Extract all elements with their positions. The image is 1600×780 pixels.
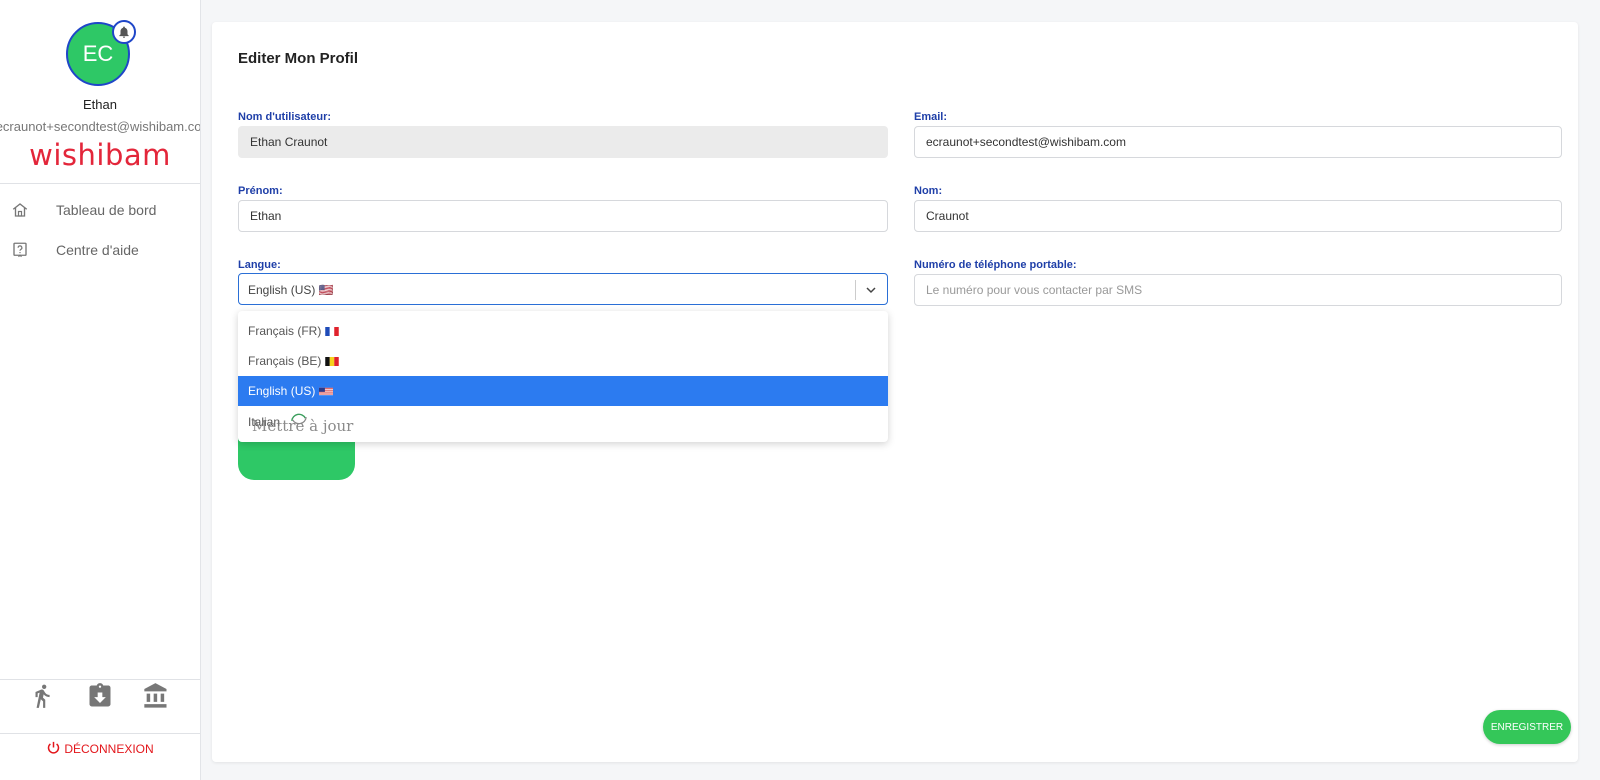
- email-field[interactable]: ecraunot+secondtest@wishibam.com: [914, 126, 1562, 158]
- refresh-icon: [288, 410, 310, 428]
- email-value: ecraunot+secondtest@wishibam.com: [926, 135, 1126, 149]
- language-label: Langue:: [238, 259, 281, 271]
- power-icon: [46, 740, 61, 758]
- running-person-icon[interactable]: [29, 682, 59, 712]
- lastname-field[interactable]: Craunot: [914, 200, 1562, 232]
- nav-item-dashboard[interactable]: Tableau de bord: [0, 192, 200, 228]
- help-icon: [11, 241, 29, 259]
- sidebar: EC Ethan ecraunot+secondtest@wishibam.co…: [0, 0, 201, 780]
- flag-fr-icon: [325, 326, 340, 336]
- email-label: Email:: [914, 111, 948, 123]
- language-option-us[interactable]: English (US): [238, 376, 888, 406]
- flag-be-icon: [325, 356, 340, 366]
- home-icon: [11, 201, 29, 219]
- save-button[interactable]: ENREGISTRER: [1483, 710, 1571, 744]
- username-field: Ethan Craunot: [238, 126, 888, 158]
- chevron-down-icon[interactable]: [863, 282, 879, 298]
- select-separator: [855, 280, 856, 300]
- nav-label-dashboard: Tableau de bord: [56, 202, 157, 218]
- phone-field[interactable]: Le numéro pour vous contacter par SMS: [914, 274, 1562, 306]
- nav-label-help-center: Centre d'aide: [56, 242, 139, 258]
- logout-button[interactable]: DÉCONNEXION: [0, 740, 200, 758]
- firstname-value: Ethan: [250, 209, 282, 223]
- user-email: ecraunot+secondtest@wishibam.com: [0, 119, 201, 134]
- username-value: Ethan Craunot: [250, 135, 328, 149]
- phone-placeholder: Le numéro pour vous contacter par SMS: [926, 283, 1143, 297]
- firstname-field[interactable]: Ethan: [238, 200, 888, 232]
- option-label: English (US): [248, 384, 316, 398]
- language-option-fr[interactable]: Français (FR): [238, 316, 888, 346]
- language-select[interactable]: English (US) 🇺🇸: [238, 273, 888, 305]
- logout-label: DÉCONNEXION: [64, 742, 154, 756]
- phone-label: Numéro de téléphone portable:: [914, 259, 1077, 271]
- save-button-label: ENREGISTRER: [1490, 721, 1564, 733]
- avatar-initials: EC: [82, 41, 114, 66]
- clipboard-download-icon[interactable]: [86, 682, 116, 712]
- notification-bell-icon[interactable]: [112, 20, 136, 44]
- divider: [0, 183, 200, 184]
- username-label: Nom d'utilisateur:: [238, 111, 332, 123]
- wishibam-logo: wishibam: [29, 138, 171, 172]
- nav-item-help-center[interactable]: Centre d'aide: [0, 232, 200, 268]
- option-label: Français (BE): [248, 354, 322, 368]
- language-selected-value: English (US) 🇺🇸: [248, 283, 334, 297]
- page-title: Editer Mon Profil: [238, 50, 358, 67]
- option-label: Français (FR): [248, 324, 322, 338]
- lastname-label: Nom:: [914, 185, 943, 197]
- bank-icon[interactable]: [142, 682, 172, 712]
- divider: [0, 733, 200, 734]
- flag-us-icon: [319, 387, 334, 395]
- lastname-value: Craunot: [926, 209, 969, 223]
- firstname-label: Prénom:: [238, 185, 283, 197]
- language-option-be[interactable]: Français (BE): [238, 346, 888, 376]
- user-name: Ethan: [83, 97, 117, 112]
- bottom-icon-bar: [0, 680, 200, 714]
